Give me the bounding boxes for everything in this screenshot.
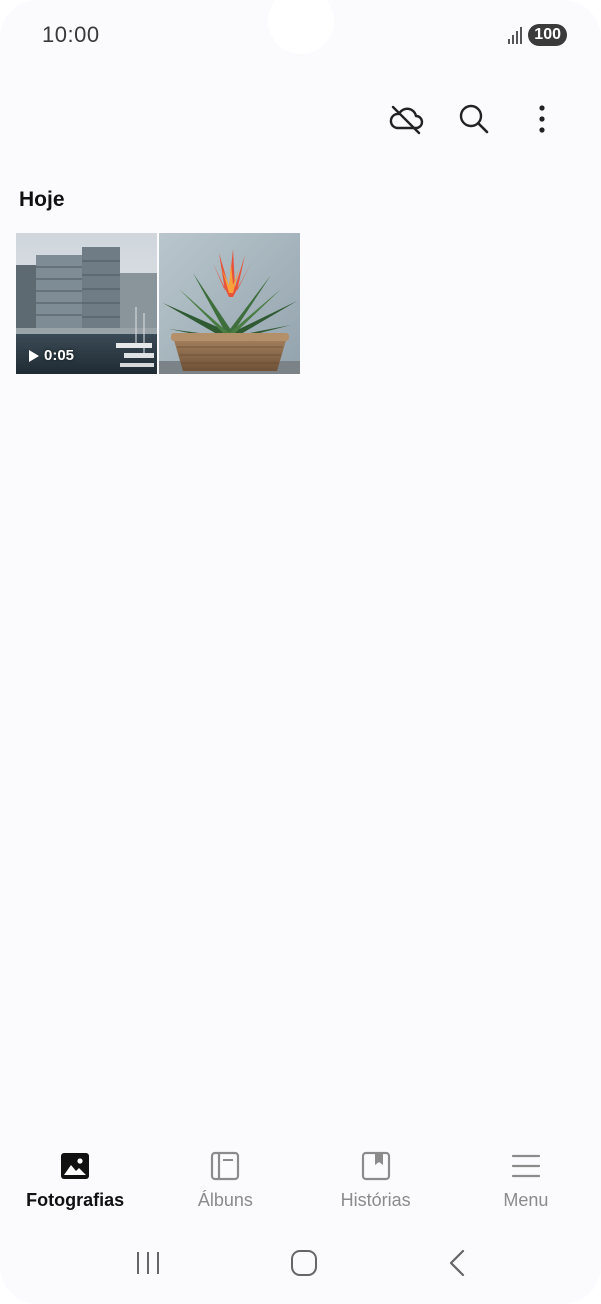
top-actions	[387, 100, 561, 138]
status-time: 10:00	[42, 22, 100, 47]
nav-item-menu[interactable]: Menu	[451, 1148, 601, 1218]
nav-label: Álbuns	[197, 1190, 253, 1210]
photo-thumbnail[interactable]	[159, 233, 300, 374]
cloud-sync-off-button[interactable]	[387, 100, 425, 138]
play-icon	[29, 349, 39, 362]
photos-icon	[60, 1148, 90, 1184]
phone-screen: 10:00 100 Hoje 0:05 Fotografias Álbuns H…	[0, 0, 601, 1304]
nav-item-albums[interactable]: Álbuns	[150, 1148, 300, 1218]
nav-label: Fotografias	[26, 1190, 125, 1210]
search-icon	[459, 104, 489, 134]
stories-icon	[361, 1148, 391, 1184]
nav-item-stories[interactable]: Histórias	[301, 1148, 451, 1218]
recent-apps-button[interactable]	[134, 1250, 162, 1281]
signal-icon	[508, 26, 523, 44]
menu-icon	[511, 1148, 541, 1184]
albums-icon	[210, 1148, 240, 1184]
search-button[interactable]	[455, 100, 493, 138]
back-icon	[450, 1249, 465, 1276]
plant-image	[159, 233, 300, 374]
cloud-off-icon	[389, 105, 424, 135]
video-duration: 0:05	[28, 347, 74, 364]
status-indicators: 100	[508, 24, 567, 46]
battery-badge: 100	[528, 24, 567, 46]
nav-label: Histórias	[340, 1190, 411, 1210]
home-button[interactable]	[289, 1248, 319, 1283]
system-navigation	[0, 1245, 601, 1285]
more-vertical-icon	[539, 105, 545, 133]
nav-item-photos[interactable]: Fotografias	[0, 1148, 150, 1218]
more-options-button[interactable]	[523, 100, 561, 138]
bottom-navigation: Fotografias Álbuns Histórias Menu	[0, 1148, 601, 1218]
camera-notch	[268, 0, 334, 54]
duration-label: 0:05	[44, 347, 75, 364]
back-button[interactable]	[447, 1248, 467, 1283]
home-icon	[291, 1249, 318, 1276]
nav-label: Menu	[503, 1190, 549, 1210]
section-title: Hoje	[19, 188, 65, 211]
video-thumbnail[interactable]: 0:05	[16, 233, 157, 374]
recent-apps-icon	[136, 1251, 159, 1274]
